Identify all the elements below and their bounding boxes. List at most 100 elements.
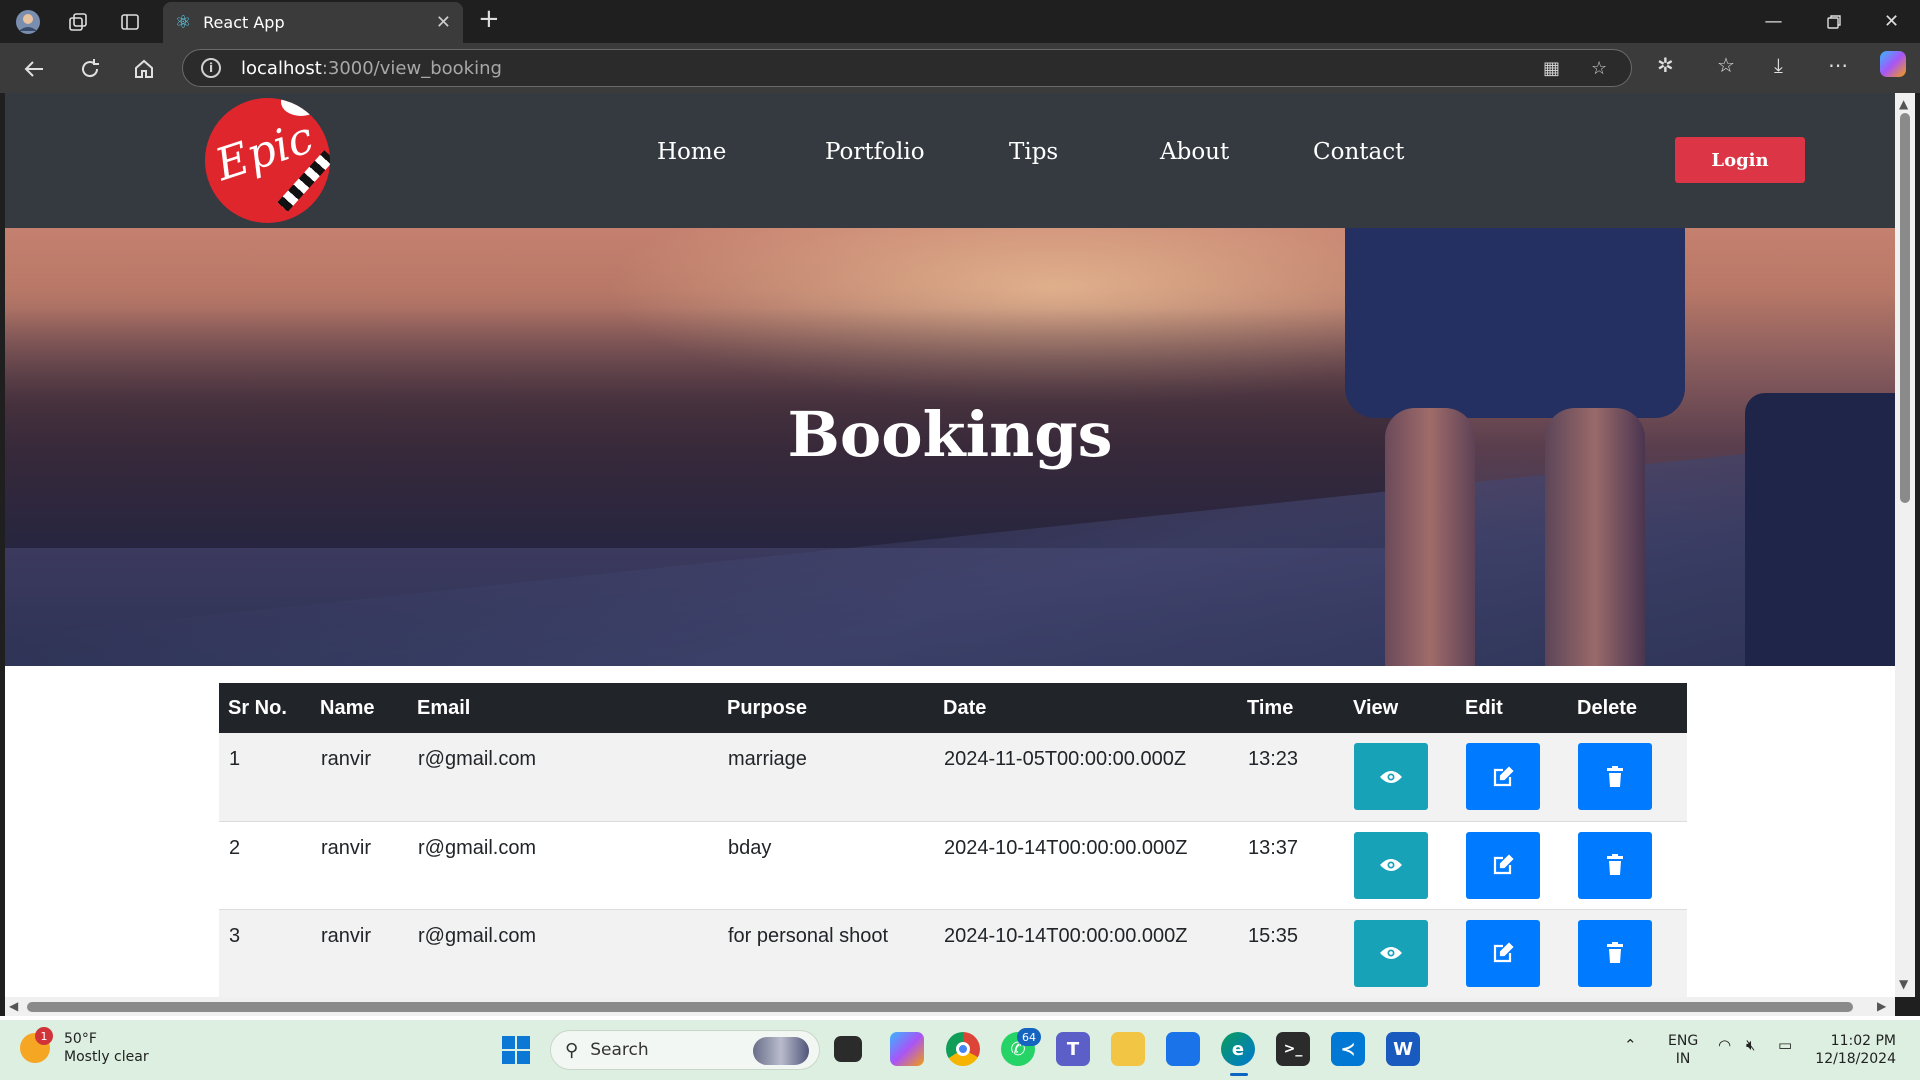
cell-purpose: for personal shoot xyxy=(728,924,889,947)
cell-sr: 3 xyxy=(229,924,241,947)
trash-icon xyxy=(1607,942,1623,963)
nav-about[interactable]: About xyxy=(1160,139,1229,165)
edit-button[interactable] xyxy=(1466,831,1540,899)
delete-button[interactable] xyxy=(1578,831,1652,899)
scroll-up-icon[interactable]: ▲ xyxy=(1899,97,1908,111)
vertical-scrollbar[interactable]: ▲ ▼ xyxy=(1895,93,1915,997)
wifi-icon[interactable]: ◠ xyxy=(1718,1036,1731,1054)
site-info-icon[interactable]: i xyxy=(201,58,221,78)
vertical-scroll-thumb[interactable] xyxy=(1900,113,1910,503)
edge-icon[interactable]: e xyxy=(1221,1032,1255,1066)
system-clock[interactable]: 11:02 PM 12/18/2024 xyxy=(1812,1032,1896,1068)
language-indicator[interactable]: ENG IN xyxy=(1668,1032,1698,1068)
weather-desc: Mostly clear xyxy=(64,1049,149,1065)
table-header-row: Sr No. Name Email Purpose Date Time View… xyxy=(219,683,1687,733)
cell-email: r@gmail.com xyxy=(418,924,537,947)
workspaces-icon[interactable] xyxy=(50,0,106,43)
eye-icon xyxy=(1380,947,1402,959)
vscode-icon[interactable]: ≺ xyxy=(1331,1032,1365,1066)
edit-button[interactable] xyxy=(1466,919,1540,987)
tab-actions-icon[interactable] xyxy=(102,0,158,43)
login-button[interactable]: Login xyxy=(1675,137,1805,183)
bookings-table-wrapper: Sr No. Name Email Purpose Date Time View… xyxy=(219,683,1687,997)
chrome-icon[interactable] xyxy=(946,1032,980,1066)
col-delete: Delete xyxy=(1577,696,1638,719)
browser-tabbar: ⚛ React App ✕ + — ✕ xyxy=(0,0,1920,43)
table-row: 1 ranvir r@gmail.com marriage 2024-11-05… xyxy=(219,733,1687,821)
bookings-table: Sr No. Name Email Purpose Date Time View… xyxy=(219,683,1687,997)
cell-time: 13:37 xyxy=(1248,836,1299,859)
cell-time: 15:35 xyxy=(1248,924,1299,947)
back-icon[interactable] xyxy=(16,51,52,87)
page-title: Bookings xyxy=(787,398,1113,471)
cell-name: ranvir xyxy=(321,836,372,859)
eye-icon xyxy=(1380,859,1402,871)
scroll-down-icon[interactable]: ▼ xyxy=(1899,977,1908,991)
delete-button[interactable] xyxy=(1578,919,1652,987)
table-row: 2 ranvir r@gmail.com bday 2024-10-14T00:… xyxy=(219,821,1687,909)
favorite-star-icon[interactable]: ☆ xyxy=(1591,58,1607,79)
app-available-icon[interactable]: ▦ xyxy=(1543,58,1560,79)
terminal-icon[interactable]: >_ xyxy=(1276,1032,1310,1066)
nav-home[interactable]: Home xyxy=(657,139,726,165)
tray-chevron-up-icon[interactable]: ⌃ xyxy=(1624,1036,1637,1054)
home-icon[interactable] xyxy=(126,51,162,87)
cell-name: ranvir xyxy=(321,924,372,947)
tab-react-app[interactable]: ⚛ React App ✕ xyxy=(163,2,463,43)
restore-icon[interactable] xyxy=(1806,0,1861,43)
search-label: Search xyxy=(590,1040,649,1060)
weather-widget[interactable]: 1 50°F Mostly clear xyxy=(20,1027,149,1066)
weather-badge: 1 xyxy=(35,1027,53,1045)
extensions-icon[interactable]: ✲ xyxy=(1657,53,1674,77)
teams-icon[interactable]: T xyxy=(1056,1032,1090,1066)
close-window-icon[interactable]: ✕ xyxy=(1864,0,1919,43)
file-explorer-icon[interactable] xyxy=(1111,1032,1145,1066)
horizontal-scrollbar[interactable]: ◀ ▶ xyxy=(5,997,1895,1016)
nav-tips[interactable]: Tips xyxy=(1009,139,1058,165)
col-date: Date xyxy=(943,696,987,719)
store-icon[interactable] xyxy=(1166,1032,1200,1066)
whatsapp-badge: 64 xyxy=(1017,1028,1041,1046)
refresh-icon[interactable] xyxy=(72,51,108,87)
word-icon[interactable]: W xyxy=(1386,1032,1420,1066)
delete-button[interactable] xyxy=(1578,743,1652,810)
task-view-icon[interactable] xyxy=(834,1036,862,1062)
page-viewport: Epic Home Portfolio Tips About Contact L… xyxy=(5,93,1895,997)
clock-time: 11:02 PM xyxy=(1830,1033,1896,1049)
nav-contact[interactable]: Contact xyxy=(1313,139,1404,165)
col-email: Email xyxy=(417,696,471,719)
search-icon: ⚲ xyxy=(565,1039,579,1061)
url-field[interactable]: i localhost:3000/view_booking ▦ ☆ xyxy=(182,49,1632,87)
col-time: Time xyxy=(1247,696,1294,719)
more-menu-icon[interactable]: ⋯ xyxy=(1828,53,1848,77)
epic-logo[interactable]: Epic xyxy=(205,98,330,223)
close-tab-icon[interactable]: ✕ xyxy=(436,12,451,33)
favorites-icon[interactable]: ☆ xyxy=(1717,53,1735,77)
eye-icon xyxy=(1380,770,1402,783)
trash-icon xyxy=(1607,854,1623,875)
view-button[interactable] xyxy=(1354,919,1428,987)
nav-portfolio[interactable]: Portfolio xyxy=(825,139,925,165)
lang-code: ENG xyxy=(1668,1033,1699,1049)
clock-date: 12/18/2024 xyxy=(1815,1051,1896,1067)
windows-start-icon[interactable] xyxy=(502,1036,530,1064)
copilot-icon[interactable] xyxy=(1880,51,1906,77)
taskbar-search[interactable]: ⚲ Search xyxy=(550,1030,820,1070)
volume-muted-icon[interactable]: 🔇︎ xyxy=(1746,1036,1755,1054)
windows-taskbar: 1 50°F Mostly clear ⚲ Search ✆ 64 T e >_… xyxy=(0,1020,1920,1080)
scroll-right-icon[interactable]: ▶ xyxy=(1877,999,1886,1013)
cell-name: ranvir xyxy=(321,748,372,770)
new-tab-icon[interactable]: + xyxy=(478,4,500,34)
edit-button[interactable] xyxy=(1466,743,1540,810)
profile-avatar-icon[interactable] xyxy=(0,0,56,43)
scroll-left-icon[interactable]: ◀ xyxy=(9,999,18,1013)
view-button[interactable] xyxy=(1354,743,1428,810)
view-button[interactable] xyxy=(1354,831,1428,899)
battery-icon[interactable]: ▭ xyxy=(1778,1036,1792,1054)
col-view: View xyxy=(1353,696,1399,719)
horizontal-scroll-thumb[interactable] xyxy=(27,1002,1853,1012)
downloads-icon[interactable]: ⤓ xyxy=(1774,53,1783,77)
minimize-icon[interactable]: — xyxy=(1746,0,1801,43)
copilot-app-icon[interactable] xyxy=(890,1032,924,1066)
hero-banner: Bookings xyxy=(5,228,1895,666)
